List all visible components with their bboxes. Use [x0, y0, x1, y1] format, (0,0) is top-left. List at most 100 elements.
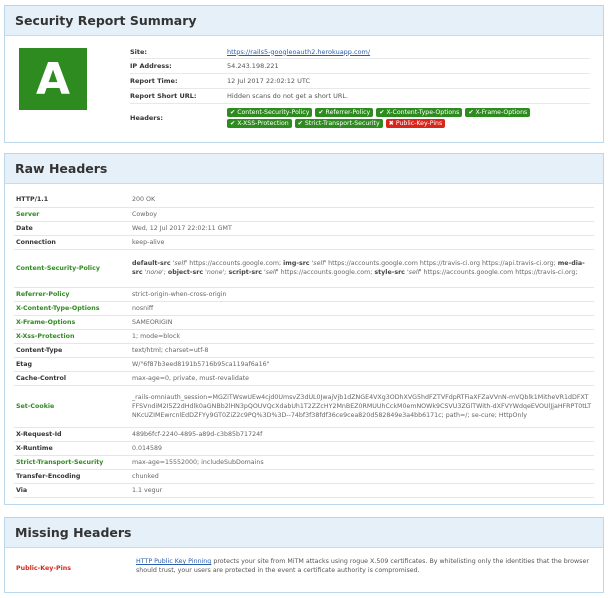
raw-header-row: X-Request-Id 489b6fcf-2240-4895-a89d-c3b8…: [14, 427, 594, 442]
check-icon: ✔: [379, 109, 385, 116]
missing-headers-panel: Missing Headers: [4, 517, 604, 593]
csp-directive: object-src: [167, 269, 204, 276]
raw-header-row: X-Frame-Options SAMEORIGIN: [14, 315, 594, 330]
site-link[interactable]: https://rails5-googleoauth2.herokuapp.co…: [227, 48, 370, 56]
csp-keyword: 'self': [172, 260, 188, 267]
header-badge-label: Strict-Transport-Security: [304, 120, 380, 127]
raw-header-value: max-age=0, private, must-revalidate: [130, 371, 594, 386]
header-badge-label: Content-Security-Policy: [237, 109, 310, 116]
raw-header-name: Content-Security-Policy: [14, 249, 130, 288]
raw-header-value: SAMEORIGIN: [130, 315, 594, 330]
raw-header-row: Connection keep-alive: [14, 235, 594, 250]
headers-label: Headers:: [130, 114, 163, 122]
check-icon: ✔: [230, 109, 236, 116]
ip-label: IP Address:: [130, 62, 172, 70]
header-badge: ✔ X-Content-Type-Options: [376, 108, 463, 117]
raw-header-row: X-Runtime 0.014589: [14, 441, 594, 456]
raw-header-value: text/html; charset=utf-8: [130, 343, 594, 358]
csp-keyword: 'none';: [205, 269, 227, 276]
raw-header-value: 200 OK: [130, 193, 594, 208]
raw-header-name: X-Content-Type-Options: [14, 301, 130, 316]
summary-title: Security Report Summary: [5, 6, 603, 36]
check-icon: ✔: [230, 120, 236, 127]
raw-header-row: Server Cowboy: [14, 207, 594, 222]
check-icon: ✔: [318, 109, 324, 116]
raw-header-name: Content-Type: [14, 343, 130, 358]
csp-sources: https://accounts.google.com;: [280, 269, 373, 276]
raw-header-name: X-Runtime: [14, 441, 130, 456]
header-badge: ✔ Referrer-Policy: [315, 108, 374, 117]
csp-directive: img-src: [283, 260, 310, 267]
missing-header-row: Public-Key-Pins HTTP Public Key Pinning p…: [14, 557, 594, 579]
missing-headers-title: Missing Headers: [5, 518, 603, 548]
raw-header-name: Transfer-Encoding: [14, 469, 130, 484]
header-badge-label: X-XSS-Protection: [237, 120, 289, 127]
raw-header-row: Date Wed, 12 Jul 2017 22:02:11 GMT: [14, 221, 594, 236]
header-badge-label: X-Frame-Options: [475, 109, 528, 116]
raw-header-row: Content-Type text/html; charset=utf-8: [14, 343, 594, 358]
header-badges: ✔ Content-Security-Policy ✔ Referrer-Policy…: [227, 107, 590, 129]
site-label: Site:: [130, 47, 148, 56]
raw-header-row: Set-Cookie _rails-omniauth_session=MGZiTW…: [14, 385, 594, 428]
raw-header-value: default-src 'self' https://accounts.goog…: [130, 249, 594, 288]
report-time-value: 12 Jul 2017 22:02:12 UTC: [227, 77, 310, 85]
raw-headers-table: HTTP/1.1 200 OK Server Cowboy Date Wed, 12 Ju…: [14, 193, 594, 498]
raw-header-name: X-Frame-Options: [14, 315, 130, 330]
csp-sources: https://accounts.google.com https://trav…: [423, 269, 578, 276]
raw-header-value: Wed, 12 Jul 2017 22:02:11 GMT: [130, 221, 594, 236]
raw-header-row: HTTP/1.1 200 OK: [14, 193, 594, 208]
header-badge: ✔ Content-Security-Policy: [227, 108, 313, 117]
missing-header-name: Public-Key-Pins: [16, 564, 72, 572]
csp-sources: https://accounts.google.com;: [189, 260, 282, 267]
short-url-label: Report Short URL:: [130, 92, 197, 100]
header-badge-label: Referrer-Policy: [325, 109, 371, 116]
raw-header-value: 1.1 vegur: [130, 483, 594, 498]
raw-header-value: keep-alive: [130, 235, 594, 250]
header-badge-label: X-Content-Type-Options: [386, 109, 460, 116]
ip-row: IP Address: 54.243.198.221: [130, 59, 590, 74]
csp-sources: https://accounts.google.com https://trav…: [328, 260, 556, 267]
raw-header-value: chunked: [130, 469, 594, 484]
raw-header-row: X-Xss-Protection 1; mode=block: [14, 329, 594, 344]
raw-header-name: Via: [14, 483, 130, 498]
headers-row: Headers: ✔ Content-Security-Policy ✔ Referr…: [130, 104, 590, 132]
missing-header-description: HTTP Public Key Pinning protects your si…: [136, 557, 594, 579]
site-row: Site: https://rails5-googleoauth2.heroku…: [130, 45, 590, 59]
csp-keyword: 'self': [311, 260, 327, 267]
raw-header-row: Transfer-Encoding chunked: [14, 469, 594, 484]
raw-header-value: W/"6f87b3eed8191b5716b95ca119af6a16": [130, 357, 594, 372]
report-time-row: Report Time: 12 Jul 2017 22:02:12 UTC: [130, 74, 590, 89]
report-time-label: Report Time:: [130, 77, 178, 85]
csp-directive: script-src: [228, 269, 262, 276]
header-badge: ✔ X-Frame-Options: [465, 108, 531, 117]
raw-headers-title: Raw Headers: [5, 154, 603, 184]
raw-header-value: strict-origin-when-cross-origin: [130, 287, 594, 302]
summary-details: Site: https://rails5-googleoauth2.heroku…: [130, 45, 590, 132]
grade-badge: A: [19, 48, 87, 110]
raw-header-name: HTTP/1.1: [14, 193, 130, 208]
raw-header-row: Cache-Control max-age=0, private, must-re…: [14, 371, 594, 386]
cross-icon: ✖: [388, 120, 394, 127]
raw-header-name: Date: [14, 221, 130, 236]
raw-header-name: Set-Cookie: [14, 385, 130, 428]
header-badge: ✖ Public-Key-Pins: [385, 119, 446, 128]
raw-header-name: X-Request-Id: [14, 427, 130, 442]
raw-header-name: Strict-Transport-Security: [14, 455, 130, 470]
raw-header-name: X-Xss-Protection: [14, 329, 130, 344]
check-icon: ✔: [468, 109, 474, 116]
header-badge: ✔ X-XSS-Protection: [227, 119, 292, 128]
raw-header-row: X-Content-Type-Options nosniff: [14, 301, 594, 316]
ip-value: 54.243.198.221: [227, 62, 279, 70]
raw-header-value: 489b6fcf-2240-4895-a89d-c3b85b71724f: [130, 427, 594, 442]
csp-keyword: 'self': [263, 269, 279, 276]
raw-header-row: Via 1.1 vegur: [14, 483, 594, 498]
raw-header-value: 0.014589: [130, 441, 594, 456]
raw-header-row: Referrer-Policy strict-origin-when-cross-…: [14, 287, 594, 302]
missing-header-link[interactable]: HTTP Public Key Pinning: [136, 558, 211, 565]
csp-directive: style-src: [374, 269, 405, 276]
raw-header-value: _rails-omniauth_session=MGZiTWswUEw4cjd0…: [130, 385, 594, 428]
csp-keyword: 'none';: [144, 269, 166, 276]
raw-header-name: Cache-Control: [14, 371, 130, 386]
raw-header-name: Server: [14, 207, 130, 222]
raw-header-name: Referrer-Policy: [14, 287, 130, 302]
